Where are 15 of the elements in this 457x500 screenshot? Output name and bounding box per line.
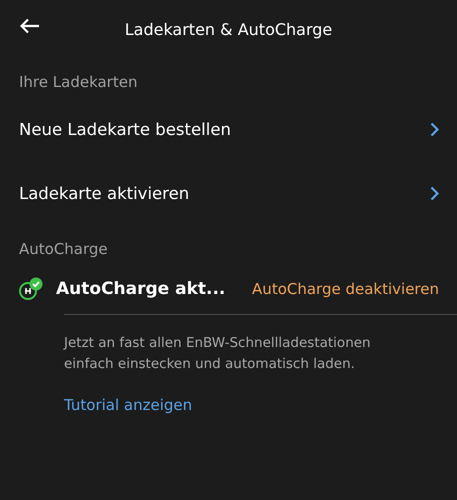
- chevron-right-icon: [430, 122, 439, 136]
- deactivate-link[interactable]: AutoCharge deaktivieren: [252, 280, 439, 298]
- page-title: Ladekarten & AutoCharge: [124, 20, 332, 38]
- autocharge-status: AutoCharge akt...: [56, 279, 226, 299]
- back-arrow-icon: [20, 18, 40, 34]
- row-label: Neue Ladekarte bestellen: [19, 120, 231, 138]
- tutorial-link[interactable]: Tutorial anzeigen: [64, 396, 192, 414]
- menu-row[interactable]: Neue Ladekarte bestellen: [0, 97, 457, 161]
- row-label: Ladekarte aktivieren: [19, 184, 190, 202]
- menu-row[interactable]: Ladekarte aktivieren: [0, 161, 457, 225]
- chevron-right-icon: [430, 186, 439, 200]
- description-text: Jetzt an fast allen EnBW-Schnellladestationen einfach einstecken und automatisch laden.: [64, 334, 372, 374]
- section-title: AutoCharge: [18, 239, 109, 260]
- section-title: Ihre Ladekarten: [18, 72, 138, 93]
- back-button[interactable]: [18, 16, 42, 36]
